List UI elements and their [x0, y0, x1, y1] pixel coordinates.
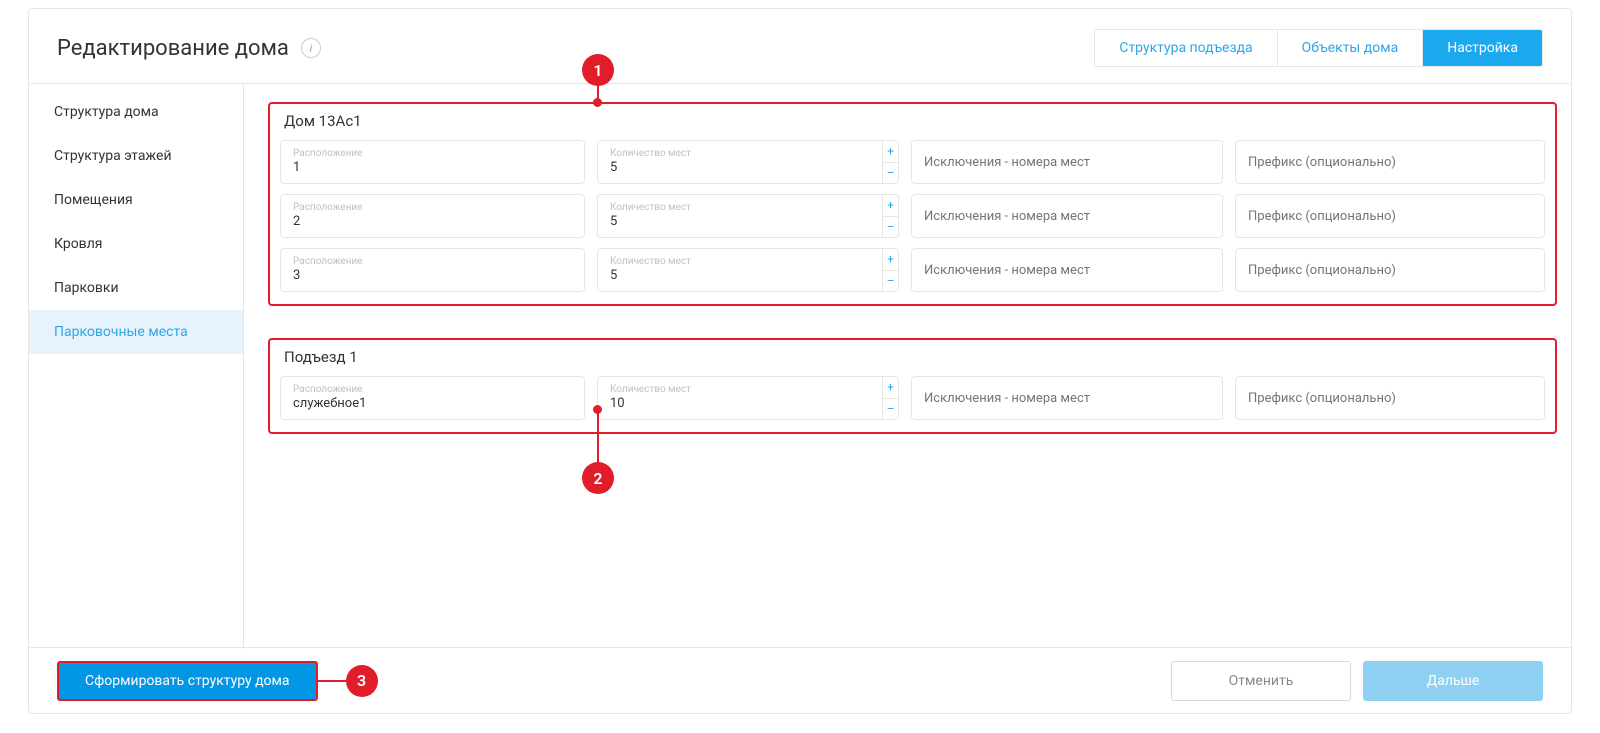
sidebar-item-floor-structure[interactable]: Структура этажей	[29, 134, 243, 178]
field-label: Количество мест	[610, 148, 870, 160]
header-tabs: Структура подъезда Объекты дома Настройк…	[1094, 29, 1543, 67]
plus-icon[interactable]: +	[883, 249, 898, 271]
count-input[interactable]	[610, 214, 870, 230]
tab-entrance-structure[interactable]: Структура подъезда	[1095, 30, 1277, 66]
sidebar-item-parking[interactable]: Парковки	[29, 266, 243, 310]
table-row: Расположение Количество мест +–	[280, 376, 1545, 420]
generate-structure-button[interactable]: Сформировать структуру дома	[57, 661, 318, 701]
count-input[interactable]	[610, 268, 870, 284]
prefix-input[interactable]	[1236, 263, 1544, 278]
plus-icon[interactable]: +	[883, 377, 898, 399]
cancel-button[interactable]: Отменить	[1171, 661, 1351, 701]
sidebar-item-roof[interactable]: Кровля	[29, 222, 243, 266]
field-label: Расположение	[293, 148, 572, 160]
table-row: Расположение Количество мест +–	[280, 140, 1545, 184]
location-input[interactable]	[293, 396, 572, 412]
exclusions-input[interactable]	[912, 391, 1222, 406]
location-input[interactable]	[293, 160, 572, 176]
exclusions-input[interactable]	[912, 209, 1222, 224]
page-title: Редактирование дома	[57, 36, 289, 61]
minus-icon[interactable]: –	[883, 163, 898, 184]
callout-dot-1	[593, 98, 602, 107]
group-house: Дом 13Ас1 Расположение Количество мест +…	[268, 102, 1557, 306]
info-icon[interactable]: i	[301, 38, 321, 58]
field-label: Расположение	[293, 384, 572, 396]
sidebar-item-parking-spaces[interactable]: Парковочные места	[29, 310, 243, 354]
callout-stem-3	[318, 680, 346, 682]
exclusions-input[interactable]	[912, 263, 1222, 278]
field-label: Расположение	[293, 202, 572, 214]
callout-badge-2: 2	[582, 462, 614, 494]
plus-icon[interactable]: +	[883, 141, 898, 163]
group-entrance: Подъезд 1 Расположение Количество мест +…	[268, 338, 1557, 434]
group-title: Подъезд 1	[280, 340, 1545, 366]
field-label: Количество мест	[610, 384, 870, 396]
count-input[interactable]	[610, 160, 870, 176]
sidebar-item-house-structure[interactable]: Структура дома	[29, 90, 243, 134]
prefix-input[interactable]	[1236, 155, 1544, 170]
sidebar: Структура дома Структура этажей Помещени…	[29, 84, 244, 649]
next-button[interactable]: Дальше	[1363, 661, 1543, 701]
prefix-input[interactable]	[1236, 391, 1544, 406]
tab-settings[interactable]: Настройка	[1423, 30, 1542, 66]
location-input[interactable]	[293, 214, 572, 230]
location-input[interactable]	[293, 268, 572, 284]
table-row: Расположение Количество мест +–	[280, 194, 1545, 238]
callout-badge-3: 3	[346, 665, 378, 697]
count-input[interactable]	[610, 396, 870, 412]
callout-dot-2	[593, 405, 602, 414]
table-row: Расположение Количество мест +–	[280, 248, 1545, 292]
minus-icon[interactable]: –	[883, 399, 898, 420]
callout-stem-2	[597, 412, 599, 464]
minus-icon[interactable]: –	[883, 271, 898, 292]
sidebar-item-rooms[interactable]: Помещения	[29, 178, 243, 222]
prefix-input[interactable]	[1236, 209, 1544, 224]
minus-icon[interactable]: –	[883, 217, 898, 238]
exclusions-input[interactable]	[912, 155, 1222, 170]
tab-house-objects[interactable]: Объекты дома	[1278, 30, 1424, 66]
field-label: Количество мест	[610, 256, 870, 268]
group-title: Дом 13Ас1	[280, 104, 1545, 130]
callout-badge-1: 1	[582, 54, 614, 86]
field-label: Расположение	[293, 256, 572, 268]
plus-icon[interactable]: +	[883, 195, 898, 217]
field-label: Количество мест	[610, 202, 870, 214]
